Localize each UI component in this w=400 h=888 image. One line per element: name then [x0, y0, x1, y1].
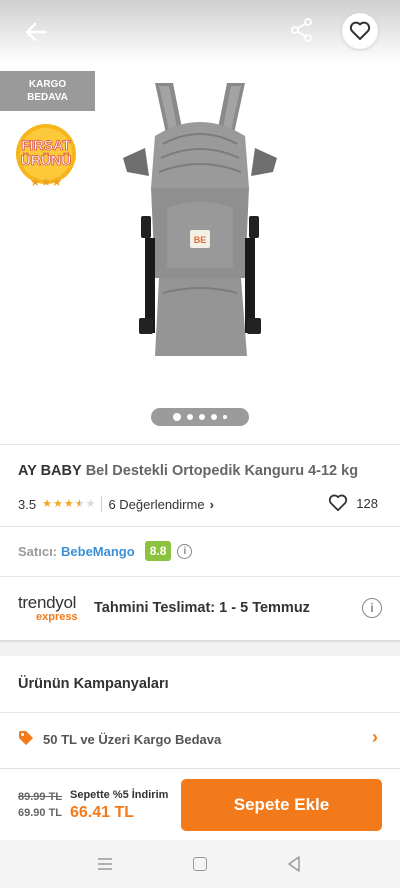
divider — [0, 712, 400, 713]
back-triangle-icon[interactable] — [287, 856, 301, 872]
delivery-info-icon[interactable]: i — [362, 598, 382, 618]
star-icon: ★ — [52, 497, 63, 510]
free-shipping-line1: KARGO — [28, 79, 67, 90]
product-name: Bel Destekli Ortopedik Kanguru 4-12 kg — [85, 463, 359, 479]
trendyol-express-logo: trendyol express — [18, 594, 88, 623]
opportunity-product-badge: FIRSAT ÜRÜNÜ ★★★ — [16, 124, 76, 189]
divider — [0, 526, 400, 527]
logo-main-text: trendyol — [18, 593, 77, 612]
divider — [0, 576, 400, 577]
product-brand[interactable]: AY BABY — [18, 463, 82, 479]
reviews-link[interactable]: 6 Değerlendirme — [108, 497, 204, 512]
product-image-logo: BE — [194, 235, 207, 245]
product-gallery[interactable]: BE KARGO BEDAVA FIRSAT ÜRÜNÜ ★★★ — [0, 0, 400, 444]
product-image[interactable]: BE — [115, 78, 285, 368]
star-icon: ★ — [42, 497, 52, 510]
seller-label: Satıcı: — [18, 543, 58, 559]
rating-row: 3.5 ★ ★ ★ ★ ★ 6 Değerlendirme › 128 — [18, 494, 388, 514]
gallery-pager[interactable] — [151, 408, 249, 426]
chevron-right-icon[interactable]: › — [210, 497, 214, 512]
share-icon — [291, 18, 312, 42]
seller-name-link[interactable]: BebeMango — [61, 544, 135, 559]
campaign-label: 50 TL ve Üzeri Kargo Bedava — [43, 732, 222, 747]
pager-dot[interactable] — [199, 414, 205, 420]
cart-discount-label: Sepette %5 İndirim — [70, 789, 169, 801]
half-star-icon: ★ — [74, 497, 85, 510]
opportunity-badge-line2: ÜRÜNÜ — [21, 152, 72, 168]
seller-row: Satıcı: BebeMango 8.8 i — [18, 540, 193, 562]
section-gap — [0, 640, 400, 656]
estimated-delivery: Tahmini Teslimat: 1 - 5 Temmuz — [94, 600, 310, 616]
divider — [0, 444, 400, 445]
final-price: 66.41 TL — [70, 804, 135, 821]
delivery-label: Tahmini Teslimat: — [94, 600, 216, 616]
separator — [101, 496, 103, 512]
seller-score-badge: 8.8 — [144, 541, 172, 561]
pager-dot[interactable] — [187, 414, 193, 420]
current-price: 69.90 TL — [18, 807, 63, 819]
pager-dot[interactable] — [211, 414, 217, 420]
heart-outline-icon — [329, 494, 348, 512]
arrow-left-icon — [25, 22, 47, 42]
pager-dot[interactable] — [223, 415, 227, 419]
delivery-row: trendyol express Tahmini Teslimat: 1 - 5… — [0, 578, 400, 640]
svg-text:★★★: ★★★ — [30, 175, 62, 189]
heart-outline-icon — [349, 21, 371, 40]
purchase-bar: 89.99 TL 69.90 TL Sepette %5 İndirim 66.… — [0, 768, 400, 840]
system-navigation-bar — [0, 840, 400, 888]
share-button[interactable] — [286, 14, 318, 46]
logo-sub-text: express — [36, 611, 78, 623]
campaigns-title: Ürünün Kampanyaları — [18, 676, 169, 692]
rating-value: 3.5 — [18, 496, 37, 512]
product-title: AY BABY Bel Destekli Ortopedik Kanguru 4… — [18, 463, 388, 479]
empty-star-icon: ★ — [85, 497, 96, 510]
free-shipping-line2: BEDAVA — [27, 92, 68, 103]
likes-count: 128 — [356, 495, 378, 511]
campaign-item[interactable]: 50 TL ve Üzeri Kargo Bedava › — [0, 714, 400, 764]
home-icon[interactable] — [193, 857, 207, 871]
tag-icon — [19, 731, 33, 745]
original-price: 89.99 TL — [18, 791, 63, 803]
star-icon: ★ — [63, 497, 74, 510]
add-to-cart-button[interactable]: Sepete Ekle — [181, 779, 382, 831]
rating-stars: ★ ★ ★ ★ ★ — [42, 497, 96, 510]
pager-dot[interactable] — [173, 413, 181, 421]
favorites-count[interactable]: 128 — [328, 494, 378, 512]
opportunity-badge-line1: FIRSAT — [21, 137, 71, 153]
info-icon[interactable]: i — [177, 543, 193, 559]
back-button[interactable] — [18, 14, 54, 50]
chevron-right-icon: › — [372, 727, 378, 747]
top-gradient — [0, 0, 400, 64]
menu-icon[interactable] — [97, 857, 113, 871]
free-shipping-badge: KARGO BEDAVA — [0, 71, 95, 111]
favorite-button[interactable] — [342, 13, 378, 49]
delivery-dates: 1 - 5 Temmuz — [219, 600, 310, 616]
